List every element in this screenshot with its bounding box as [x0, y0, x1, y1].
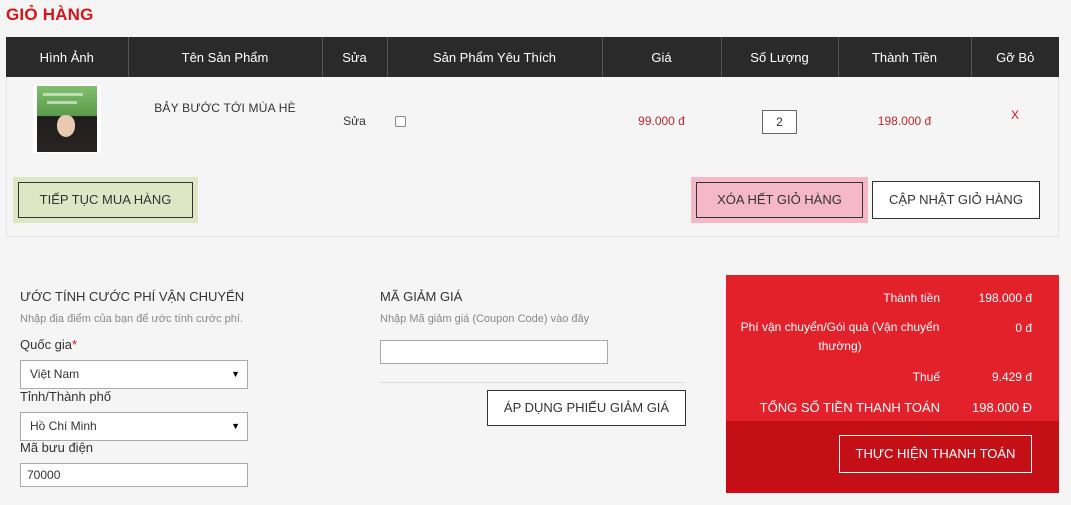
- shipping-title: ƯỚC TÍNH CƯỚC PHÍ VẬN CHUYỂN: [20, 289, 245, 304]
- city-label: Tỉnh/Thành phố: [20, 389, 112, 404]
- clear-cart-wrap: XÓA HẾT GIỎ HÀNG: [691, 177, 868, 223]
- country-label: Quốc gia*: [20, 337, 77, 352]
- product-image-cell: [6, 77, 128, 168]
- book-title-decor: [43, 93, 83, 96]
- book-title-decor: [47, 101, 77, 104]
- shipping-fee-value: 0 đ: [1015, 321, 1032, 335]
- chevron-down-icon: ▼: [231, 421, 240, 431]
- apply-coupon-button[interactable]: ÁP DỤNG PHIẾU GIẢM GIÁ: [487, 390, 686, 426]
- header-image: Hình Ảnh: [6, 37, 129, 77]
- subtotal-label: Thành tiền: [883, 291, 940, 305]
- tax-value: 9.429 đ: [991, 370, 1032, 384]
- header-product-name: Tên Sản Phẩm: [128, 37, 323, 77]
- product-price: 99.000 đ: [638, 114, 685, 128]
- coupon-description: Nhập Mã giảm giá (Coupon Code) vào đây: [380, 313, 590, 325]
- coupon-input[interactable]: [380, 340, 608, 364]
- favorite-checkbox[interactable]: [395, 116, 406, 127]
- subtotal-value: 198.000 đ: [978, 291, 1032, 305]
- zip-input[interactable]: 70000: [20, 463, 248, 487]
- row-total: 198.000 đ: [877, 114, 932, 128]
- table-row: BẢY BƯỚC TỚI MÙA HÈ Sửa 99.000 đ 2 198.0…: [6, 77, 1059, 168]
- grand-total-label: TỔNG SỐ TIỀN THANH TOÁN: [759, 400, 940, 415]
- chevron-down-icon: ▼: [231, 369, 240, 379]
- continue-shopping-wrap: TIẾP TỤC MUA HÀNG: [13, 177, 198, 223]
- header-remove: Gỡ Bỏ: [971, 37, 1059, 77]
- quantity-input[interactable]: 2: [762, 110, 797, 134]
- header-price: Giá: [602, 37, 722, 77]
- remove-button[interactable]: X: [971, 77, 1059, 168]
- update-cart-button[interactable]: CẬP NHẬT GIỎ HÀNG: [872, 181, 1040, 219]
- continue-shopping-button[interactable]: TIẾP TỤC MUA HÀNG: [18, 182, 193, 218]
- product-name[interactable]: BẢY BƯỚC TỚI MÙA HÈ: [128, 77, 322, 168]
- city-select[interactable]: Hồ Chí Minh ▼: [20, 412, 248, 441]
- header-edit: Sửa: [322, 37, 388, 77]
- edit-link[interactable]: Sửa: [322, 77, 387, 168]
- cart-header-row: Hình Ảnh Tên Sản Phẩm Sửa Sản Phẩm Yêu T…: [6, 37, 1059, 77]
- coupon-divider: [380, 382, 686, 383]
- header-total: Thành Tiền: [838, 37, 972, 77]
- tax-label: Thuế: [912, 370, 940, 384]
- cart-table: Hình Ảnh Tên Sản Phẩm Sửa Sản Phẩm Yêu T…: [6, 37, 1059, 168]
- clear-cart-button[interactable]: XÓA HẾT GIỎ HÀNG: [696, 182, 863, 218]
- product-thumbnail[interactable]: [33, 85, 101, 153]
- country-value: Việt Nam: [30, 367, 80, 381]
- page-title: GIỎ HÀNG: [6, 5, 94, 24]
- checkout-button[interactable]: THỰC HIỆN THANH TOÁN: [839, 435, 1032, 473]
- favorite-cell: [387, 77, 602, 168]
- country-select[interactable]: Việt Nam ▼: [20, 360, 248, 389]
- city-value: Hồ Chí Minh: [30, 419, 97, 433]
- order-summary: Thành tiền 198.000 đ Phí vận chuyển/Gói …: [726, 275, 1059, 493]
- grand-total-value: 198.000 Đ: [972, 400, 1032, 415]
- shipping-description: Nhập địa điểm của bạn để ước tính cước p…: [20, 313, 243, 325]
- country-label-text: Quốc gia: [20, 337, 73, 352]
- header-favorite: Sản Phẩm Yêu Thích: [387, 37, 603, 77]
- coupon-title: MÃ GIẢM GIÁ: [380, 289, 463, 304]
- zip-label: Mã bưu điện: [20, 440, 94, 455]
- shipping-fee-label: Phí vận chuyển/Gói quà (Vận chuyển thườn…: [740, 320, 940, 353]
- header-quantity: Số Lượng: [721, 37, 839, 77]
- required-mark: *: [72, 337, 78, 352]
- quantity-cell: 2: [721, 77, 838, 168]
- book-face-illustration: [57, 115, 75, 137]
